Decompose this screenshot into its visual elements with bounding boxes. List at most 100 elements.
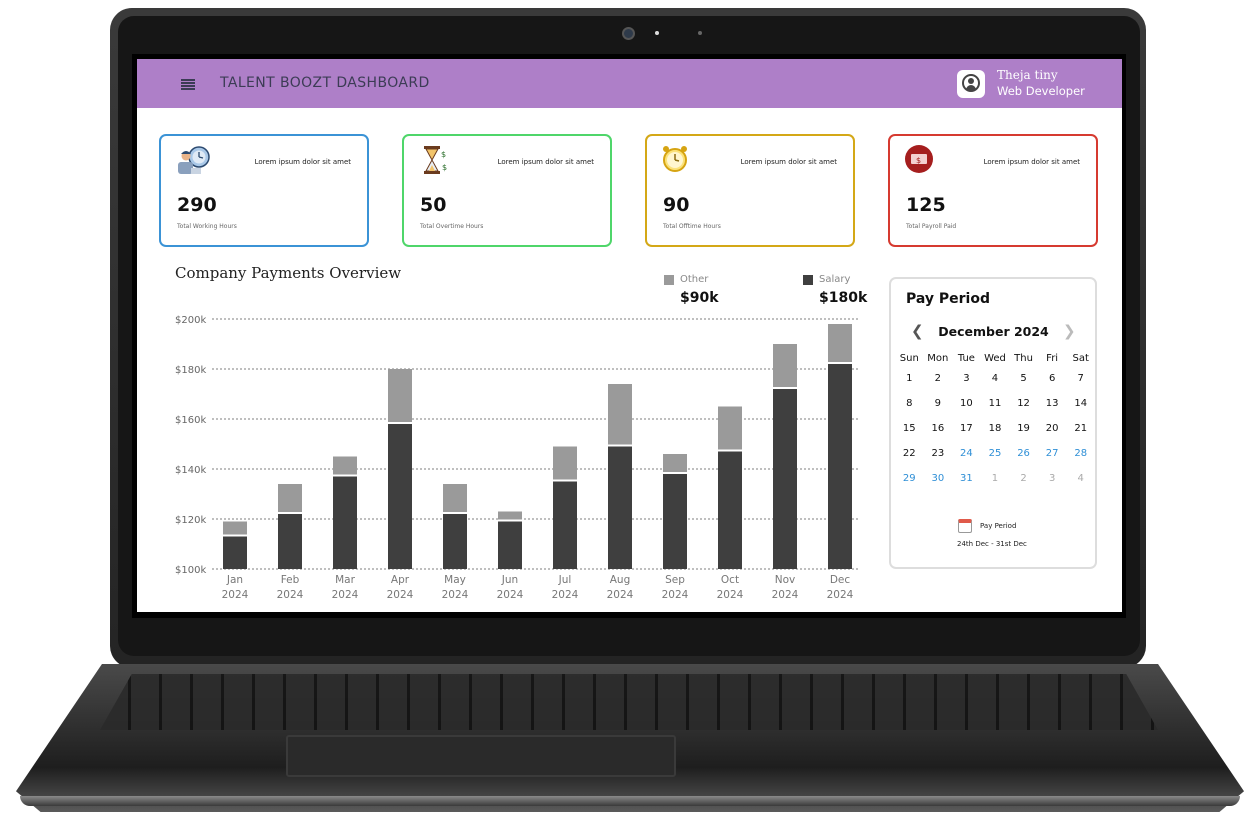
- x-tick-label: Feb: [281, 574, 300, 586]
- x-tick-label: Sep: [665, 574, 685, 586]
- card-description: Lorem ipsum dolor sit amet: [254, 158, 351, 166]
- legend-item-salary[interactable]: Salary: [803, 274, 850, 285]
- x-tick-year: 2024: [277, 589, 304, 601]
- keyboard: [100, 674, 1158, 730]
- svg-text:$: $: [442, 163, 447, 172]
- card-description: Lorem ipsum dolor sit amet: [740, 158, 837, 166]
- x-tick-label: Nov: [775, 574, 796, 586]
- calendar-day[interactable]: 8: [895, 397, 924, 422]
- bar-other: [718, 406, 742, 450]
- calendar-day[interactable]: 4: [981, 372, 1010, 397]
- x-tick-label: Mar: [335, 574, 355, 586]
- calendar-day[interactable]: 31: [952, 472, 981, 497]
- calendar-day[interactable]: 2: [924, 372, 953, 397]
- calendar-day[interactable]: 3: [952, 372, 981, 397]
- stat-card-payroll-paid[interactable]: $ Lorem ipsum dolor sit amet 125 Total P…: [888, 134, 1098, 247]
- x-tick-year: 2024: [717, 589, 744, 601]
- bar-other: [498, 511, 522, 520]
- calendar-day[interactable]: 17: [952, 422, 981, 447]
- calendar-day[interactable]: 27: [1038, 447, 1067, 472]
- calendar-day[interactable]: 4: [1066, 472, 1095, 497]
- laptop-mockup: TALENT BOOZT DASHBOARD Theja tiny Web De…: [0, 0, 1258, 826]
- card-label: Total Offtime Hours: [663, 223, 721, 230]
- hourglass-money-icon: $ $: [424, 146, 447, 174]
- calendar-day[interactable]: 18: [981, 422, 1010, 447]
- x-tick-year: 2024: [552, 589, 579, 601]
- app-title: TALENT BOOZT DASHBOARD: [220, 75, 430, 91]
- chevron-left-icon[interactable]: ❮: [911, 322, 924, 340]
- bar-other: [443, 484, 467, 512]
- calendar-day[interactable]: 24: [952, 447, 981, 472]
- calendar-day[interactable]: 1: [981, 472, 1010, 497]
- calendar-month-label: December 2024: [938, 324, 1049, 339]
- calendar-day[interactable]: 29: [895, 472, 924, 497]
- bar-other: [223, 521, 247, 535]
- bar-salary: [773, 389, 797, 569]
- svg-text:$: $: [916, 156, 921, 165]
- bar-salary: [278, 514, 302, 569]
- stat-card-offtime-hours[interactable]: Lorem ipsum dolor sit amet 90 Total Offt…: [645, 134, 855, 247]
- laptop-front-edge: [20, 796, 1240, 806]
- bar-salary: [223, 536, 247, 569]
- x-tick-label: Aug: [610, 574, 631, 586]
- calendar-day[interactable]: 30: [924, 472, 953, 497]
- weekday-label: Mon: [927, 353, 949, 364]
- stat-card-overtime-hours[interactable]: $ $ Lorem ipsum dolor sit amet 50 Total …: [402, 134, 612, 247]
- y-tick-label: $200k: [175, 315, 206, 326]
- calendar-day[interactable]: 2: [1009, 472, 1038, 497]
- calendar-day[interactable]: 13: [1038, 397, 1067, 422]
- calendar-day[interactable]: 22: [895, 447, 924, 472]
- y-tick-label: $120k: [175, 515, 206, 526]
- legend-swatch-other: [664, 274, 674, 285]
- calendar-day[interactable]: 21: [1066, 422, 1095, 447]
- calendar-day[interactable]: 10: [952, 397, 981, 422]
- card-label: Total Overtime Hours: [420, 223, 484, 230]
- card-value: 125: [906, 194, 946, 216]
- touchpad: [286, 735, 676, 777]
- weekday-label: Sun: [899, 353, 919, 364]
- weekday-label: Thu: [1014, 353, 1033, 364]
- calendar-day[interactable]: 12: [1009, 397, 1038, 422]
- calendar-day[interactable]: 7: [1066, 372, 1095, 397]
- indicator-light: [698, 31, 702, 35]
- weekday-label: Sat: [1072, 353, 1089, 364]
- bar-salary: [828, 364, 852, 569]
- indicator-light: [655, 31, 659, 35]
- calendar-day[interactable]: 28: [1066, 447, 1095, 472]
- user-avatar-icon[interactable]: [957, 70, 985, 98]
- x-tick-year: 2024: [607, 589, 634, 601]
- x-tick-label: Jan: [226, 574, 243, 586]
- y-tick-label: $180k: [175, 365, 206, 376]
- x-tick-year: 2024: [772, 589, 799, 601]
- legend-value-other: $90k: [680, 290, 719, 306]
- pay-period-label: Pay Period: [980, 522, 1017, 530]
- calendar-day[interactable]: 25: [981, 447, 1010, 472]
- card-description: Lorem ipsum dolor sit amet: [497, 158, 594, 166]
- bar-other: [828, 324, 852, 362]
- calendar-day[interactable]: 3: [1038, 472, 1067, 497]
- bar-other: [663, 454, 687, 472]
- x-tick-year: 2024: [332, 589, 359, 601]
- calendar-day[interactable]: 19: [1009, 422, 1038, 447]
- x-tick-label: Oct: [721, 574, 739, 586]
- calendar-day[interactable]: 5: [1009, 372, 1038, 397]
- legend-swatch-salary: [803, 274, 813, 285]
- calendar-day[interactable]: 16: [924, 422, 953, 447]
- pay-period-range: 24th Dec - 31st Dec: [957, 540, 1027, 548]
- calendar-day[interactable]: 15: [895, 422, 924, 447]
- calendar-day[interactable]: 26: [1009, 447, 1038, 472]
- calendar-day[interactable]: 1: [895, 372, 924, 397]
- calendar-day[interactable]: 11: [981, 397, 1010, 422]
- bar-salary: [388, 424, 412, 569]
- chevron-right-icon[interactable]: ❯: [1063, 322, 1076, 340]
- x-tick-year: 2024: [662, 589, 689, 601]
- calendar-day[interactable]: 6: [1038, 372, 1067, 397]
- worker-clock-icon: [178, 146, 210, 174]
- stat-card-working-hours[interactable]: Lorem ipsum dolor sit amet 290 Total Wor…: [159, 134, 369, 247]
- hamburger-menu-icon[interactable]: [181, 79, 195, 90]
- calendar-day[interactable]: 20: [1038, 422, 1067, 447]
- calendar-day[interactable]: 14: [1066, 397, 1095, 422]
- calendar-day[interactable]: 23: [924, 447, 953, 472]
- calendar-day[interactable]: 9: [924, 397, 953, 422]
- legend-item-other[interactable]: Other: [664, 274, 708, 285]
